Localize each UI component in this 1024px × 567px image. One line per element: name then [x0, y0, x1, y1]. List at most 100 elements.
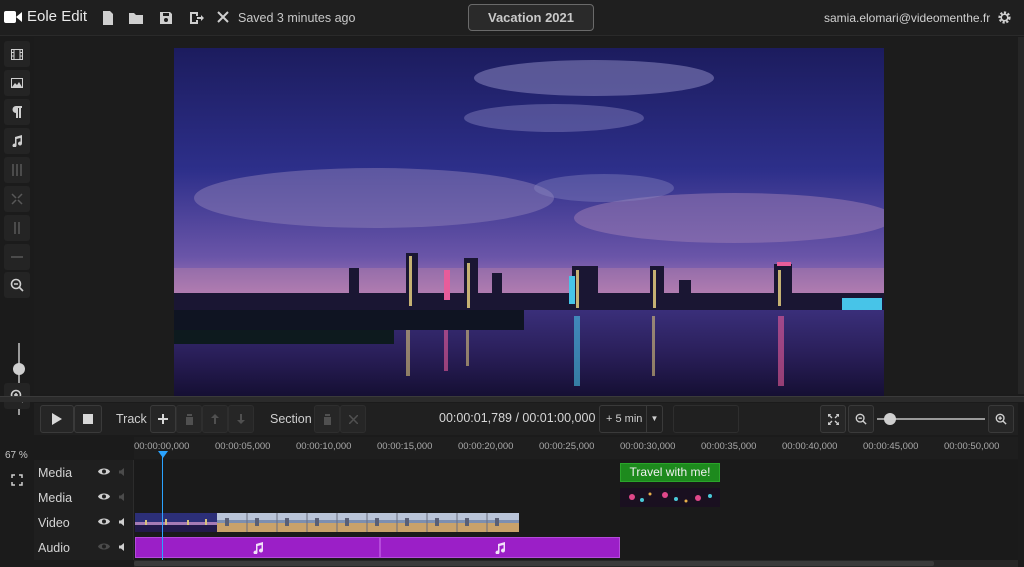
stop-button[interactable] — [74, 405, 102, 433]
align-tool-button[interactable] — [4, 215, 30, 241]
audio-clip[interactable] — [135, 537, 380, 558]
user-email[interactable]: samia.elomari@videomenthe.fr — [824, 11, 990, 25]
video-preview[interactable] — [174, 48, 884, 396]
open-folder-icon[interactable] — [128, 10, 144, 26]
add-duration-dropdown[interactable]: + 5 min ▼ — [599, 405, 663, 433]
panel-resize-handle[interactable] — [0, 396, 1024, 402]
track-lane[interactable] — [134, 535, 1018, 560]
sunset-city-thumbnail — [217, 513, 519, 532]
timeline-ruler[interactable]: 00:00:00,000 00:00:05,000 00:00:10,000 0… — [134, 437, 1018, 459]
app-logo: Eole Edit — [4, 8, 87, 25]
track-header: Media — [34, 460, 134, 485]
ruler-tick: 00:00:10,000 — [296, 441, 352, 452]
text-clip[interactable]: Travel with me! — [620, 463, 720, 482]
add-duration-label: + 5 min — [606, 413, 643, 425]
track-lane[interactable]: Travel with me! — [134, 460, 1018, 485]
speaker-icon[interactable] — [119, 543, 128, 551]
preview-vertical-scrollbar[interactable] — [1018, 37, 1024, 394]
audio-clip[interactable] — [380, 537, 620, 558]
eye-icon[interactable] — [98, 467, 110, 476]
split-tool-button[interactable] — [4, 157, 30, 183]
arrow-up-icon — [211, 414, 219, 424]
media-clip[interactable] — [620, 488, 720, 507]
track-lane[interactable] — [134, 485, 1018, 510]
track-lane[interactable] — [134, 510, 1018, 535]
speaker-icon[interactable] — [119, 468, 128, 476]
track-header: Video — [34, 510, 134, 535]
trash-icon — [184, 413, 194, 425]
separator-tool-button[interactable] — [4, 244, 30, 270]
new-file-icon[interactable] — [100, 10, 116, 26]
eye-icon[interactable] — [98, 517, 110, 526]
disabled-duration-control — [673, 405, 739, 433]
track-header: Media — [34, 485, 134, 510]
eye-icon[interactable] — [98, 542, 110, 551]
timeline-zoom-in-button[interactable] — [988, 405, 1014, 433]
playhead[interactable] — [162, 453, 163, 560]
ruler-tick: 00:00:45,000 — [863, 441, 919, 452]
music-icon — [12, 135, 23, 147]
arrow-down-icon — [237, 414, 245, 424]
split-icon — [12, 164, 22, 176]
speaker-icon[interactable] — [119, 518, 128, 526]
add-track-button[interactable] — [150, 405, 176, 433]
track-name: Video — [38, 516, 70, 530]
timeline-zoom-slider-handle[interactable] — [884, 413, 896, 425]
fit-timeline-button[interactable] — [820, 405, 846, 433]
video-clip[interactable] — [135, 513, 217, 532]
track-name: Audio — [38, 541, 70, 555]
timeline-zoom-out-button[interactable] — [848, 405, 874, 433]
fit-icon — [11, 193, 23, 205]
ruler-tick: 00:00:25,000 — [539, 441, 595, 452]
fullscreen-button[interactable] — [4, 467, 30, 493]
audio-tool-button[interactable] — [4, 128, 30, 154]
speaker-icon[interactable] — [119, 493, 128, 501]
zoom-out-icon — [10, 278, 24, 292]
image-tool-button[interactable] — [4, 70, 30, 96]
ruler-tick: 00:00:15,000 — [377, 441, 433, 452]
ruler-tick: 00:00:40,000 — [782, 441, 838, 452]
delete-track-button[interactable] — [176, 405, 202, 433]
app-name: Eole Edit — [27, 8, 88, 25]
film-icon — [11, 48, 23, 60]
gear-icon[interactable] — [997, 10, 1012, 25]
separator-icon — [11, 256, 23, 258]
image-icon — [11, 78, 23, 88]
stop-icon — [83, 414, 93, 424]
timeline-tracks: Media Travel with me! Media Video Audio — [34, 460, 1018, 560]
video-clip[interactable] — [217, 513, 519, 532]
fireworks-thumbnail — [620, 488, 720, 507]
save-icon[interactable] — [158, 10, 174, 26]
close-icon[interactable] — [217, 11, 229, 23]
caret-down-icon[interactable]: ▼ — [646, 406, 662, 432]
canvas-zoom-slider-handle[interactable] — [13, 363, 25, 375]
move-track-down-button[interactable] — [228, 405, 254, 433]
delete-section-button[interactable] — [314, 405, 340, 433]
ruler-tick: 00:00:05,000 — [215, 441, 271, 452]
project-title-button[interactable]: Vacation 2021 — [468, 4, 594, 31]
media-tool-button[interactable] — [4, 41, 30, 67]
fit-tool-button[interactable] — [4, 186, 30, 212]
close-section-button[interactable] — [340, 405, 366, 433]
track-name: Media — [38, 466, 73, 480]
night-skyline-thumbnail — [135, 513, 217, 532]
zoom-out-button[interactable] — [4, 272, 30, 298]
plus-icon — [158, 414, 168, 424]
fullscreen-icon — [11, 474, 23, 486]
expand-icon — [827, 413, 839, 425]
timeline-toolbar: Track Section 00:00:01,789 / 00:01:00,00… — [34, 403, 1018, 435]
export-icon[interactable] — [188, 10, 204, 26]
eye-icon[interactable] — [98, 492, 110, 501]
canvas-zoom-percent: 67 % — [5, 450, 28, 461]
top-bar: Eole Edit Saved 3 minutes ago Vacation 2… — [0, 0, 1024, 36]
track-label: Track — [116, 412, 147, 426]
timeline-scroll-thumb[interactable] — [134, 561, 934, 566]
text-tool-button[interactable] — [4, 99, 30, 125]
playhead-handle[interactable] — [158, 451, 168, 458]
ruler-tick: 00:00:50,000 — [944, 441, 1000, 452]
track-name: Media — [38, 491, 73, 505]
ruler-tick: 00:00:30,000 — [620, 441, 676, 452]
move-track-up-button[interactable] — [202, 405, 228, 433]
ruler-tick: 00:00:20,000 — [458, 441, 514, 452]
play-button[interactable] — [40, 405, 74, 433]
